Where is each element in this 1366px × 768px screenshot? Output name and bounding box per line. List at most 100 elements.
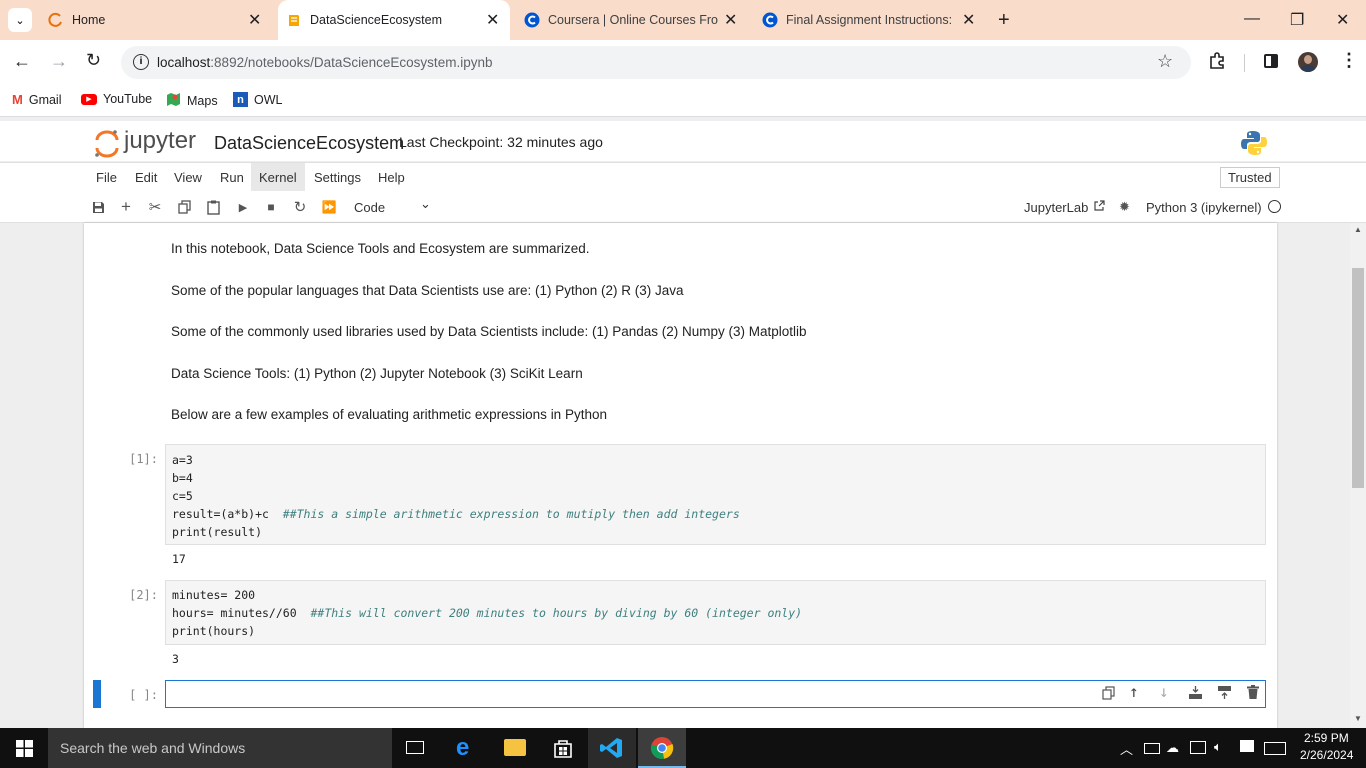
bookmark-maps[interactable]: Maps bbox=[166, 92, 218, 110]
star-icon[interactable]: ☆ bbox=[1157, 51, 1173, 72]
site-info-icon[interactable]: i bbox=[133, 54, 149, 70]
move-up-icon[interactable]: ↑ bbox=[1129, 682, 1139, 701]
jupyter-menubar: File Edit View Run Kernel Settings Help … bbox=[0, 162, 1366, 192]
trusted-badge[interactable]: Trusted bbox=[1220, 167, 1280, 188]
code-line: c=5 bbox=[172, 489, 193, 503]
keyboard-icon[interactable] bbox=[1264, 742, 1286, 755]
kernel-name[interactable]: Python 3 (ipykernel) bbox=[1146, 200, 1262, 215]
menu-kernel[interactable]: Kernel bbox=[251, 163, 305, 191]
maps-icon bbox=[166, 92, 181, 110]
markdown-text: Some of the commonly used libraries used… bbox=[171, 324, 807, 339]
restart-icon[interactable]: ↻ bbox=[292, 199, 308, 216]
insert-above-icon[interactable] bbox=[1188, 685, 1203, 703]
code-cell-2[interactable]: minutes= 200 hours= minutes//60 ##This w… bbox=[165, 580, 1266, 645]
tab-title: DataScienceEcosystem bbox=[310, 13, 443, 27]
duplicate-cell-icon[interactable] bbox=[1102, 686, 1115, 703]
menu-help[interactable]: Help bbox=[370, 163, 413, 191]
notebook-panel: In this notebook, Data Science Tools and… bbox=[84, 223, 1277, 728]
task-view-icon[interactable] bbox=[406, 741, 424, 754]
menu-file[interactable]: File bbox=[88, 163, 125, 191]
notebook-name[interactable]: DataScienceEcosystem bbox=[214, 133, 404, 154]
youtube-icon: ▶ bbox=[81, 93, 97, 105]
menu-run[interactable]: Run bbox=[212, 163, 252, 191]
run-icon[interactable]: ▶ bbox=[235, 199, 251, 215]
taskbar-search-box[interactable]: Search the web and Windows bbox=[48, 728, 392, 768]
markdown-text: In this notebook, Data Science Tools and… bbox=[171, 241, 590, 256]
notification-icon[interactable] bbox=[1240, 740, 1254, 752]
cell-prompt: [2]: bbox=[129, 588, 158, 602]
volume-icon[interactable]: 🔈︎ bbox=[1214, 739, 1222, 755]
tab-home[interactable]: Home ✕ bbox=[40, 0, 272, 40]
code-line: minutes= 200 bbox=[172, 588, 256, 602]
copy-icon[interactable] bbox=[176, 199, 192, 215]
cell-output: 3 bbox=[172, 652, 179, 666]
delete-cell-icon[interactable] bbox=[1247, 685, 1259, 702]
restore-icon[interactable]: ❐ bbox=[1290, 10, 1304, 30]
browser-tab-strip: ⌄ Home ✕ DataScienceEcosystem ✕ Coursera… bbox=[0, 0, 1366, 40]
bookmark-owl[interactable]: n OWL bbox=[233, 92, 282, 107]
forward-arrow-icon[interactable]: → bbox=[50, 51, 68, 72]
extensions-icon[interactable] bbox=[1208, 52, 1224, 69]
minimize-icon[interactable]: — bbox=[1244, 10, 1260, 28]
edge-icon[interactable]: e bbox=[456, 734, 469, 762]
reload-icon[interactable]: ↻ bbox=[86, 50, 101, 71]
chevron-down-icon: ⌄ bbox=[420, 196, 431, 211]
close-icon[interactable]: ✕ bbox=[724, 10, 737, 30]
fast-forward-icon[interactable]: ⏩ bbox=[321, 199, 337, 215]
bookmark-label: OWL bbox=[254, 92, 283, 107]
move-down-icon[interactable]: ↓ bbox=[1159, 682, 1169, 701]
scroll-down-arrow-icon[interactable]: ▼ bbox=[1354, 714, 1362, 723]
network-icon[interactable] bbox=[1190, 741, 1206, 754]
code-cell-1[interactable]: a=3 b=4 c=5 result=(a*b)+c ##This a simp… bbox=[165, 444, 1266, 545]
scroll-thumb[interactable] bbox=[1352, 268, 1364, 488]
insert-below-icon[interactable] bbox=[1217, 685, 1232, 703]
tab-datascienceecosystem[interactable]: DataScienceEcosystem ✕ bbox=[278, 0, 510, 40]
profile-avatar[interactable] bbox=[1298, 52, 1318, 72]
menu-view[interactable]: View bbox=[166, 163, 210, 191]
bookmark-youtube[interactable]: ▶ YouTube bbox=[81, 92, 152, 106]
back-arrow-icon[interactable]: ← bbox=[13, 51, 31, 72]
clock-time[interactable]: 2:59 PM bbox=[1304, 731, 1349, 745]
store-icon[interactable] bbox=[553, 738, 573, 763]
onedrive-icon[interactable]: ☁ bbox=[1166, 740, 1179, 756]
side-panel-icon[interactable] bbox=[1264, 54, 1278, 68]
close-window-icon[interactable]: ✕ bbox=[1336, 10, 1349, 30]
battery-icon[interactable] bbox=[1144, 743, 1160, 754]
add-cell-icon[interactable]: + bbox=[118, 197, 134, 216]
code-comment: ##This will convert 200 minutes to hours… bbox=[310, 606, 803, 620]
scroll-up-arrow-icon[interactable]: ▲ bbox=[1354, 225, 1362, 234]
notebook-icon bbox=[286, 12, 302, 28]
tab-final-assignment[interactable]: Final Assignment Instructions: C ✕ bbox=[754, 0, 986, 40]
last-checkpoint: Last Checkpoint: 32 minutes ago bbox=[399, 134, 603, 150]
markdown-text: Some of the popular languages that Data … bbox=[171, 283, 684, 298]
chrome-app[interactable] bbox=[638, 728, 686, 768]
vscode-app[interactable] bbox=[588, 728, 636, 768]
tray-chevron-up-icon[interactable]: ︿ bbox=[1120, 739, 1133, 758]
tab-search-button[interactable]: ⌄ bbox=[8, 8, 32, 32]
debugger-bug-icon[interactable]: ✹ bbox=[1119, 199, 1130, 215]
cut-icon[interactable]: ✂ bbox=[147, 199, 163, 216]
notebook-scrollbar[interactable]: ▲ ▼ bbox=[1350, 223, 1366, 728]
menu-settings[interactable]: Settings bbox=[306, 163, 369, 191]
tab-coursera[interactable]: Coursera | Online Courses From ✕ bbox=[516, 0, 748, 40]
cell-type-select[interactable]: Code ⌄ bbox=[348, 195, 434, 217]
save-icon[interactable] bbox=[90, 199, 106, 215]
close-icon[interactable]: ✕ bbox=[962, 10, 975, 30]
kebab-menu-icon[interactable]: ⋮ bbox=[1340, 50, 1358, 71]
chevron-down-icon: ⌄ bbox=[15, 14, 25, 27]
bookmark-gmail[interactable]: M Gmail bbox=[12, 92, 62, 107]
jupyter-logo[interactable]: jupyter bbox=[94, 127, 204, 158]
new-tab-plus-icon[interactable]: + bbox=[998, 9, 1010, 32]
paste-icon[interactable] bbox=[205, 199, 221, 215]
clock-date[interactable]: 2/26/2024 bbox=[1300, 748, 1353, 762]
close-icon[interactable]: ✕ bbox=[486, 10, 499, 30]
code-cell-3-input[interactable]: ↑ ↓ bbox=[165, 680, 1266, 708]
code-line: result=(a*b)+c ##This a simple arithmeti… bbox=[172, 507, 740, 521]
file-explorer-icon[interactable] bbox=[504, 739, 526, 756]
stop-icon[interactable]: ■ bbox=[263, 199, 279, 215]
address-bar[interactable]: i localhost:8892/notebooks/DataScienceEc… bbox=[121, 46, 1191, 79]
windows-start-icon[interactable] bbox=[16, 740, 33, 762]
menu-edit[interactable]: Edit bbox=[127, 163, 165, 191]
jupyterlab-link[interactable]: JupyterLab bbox=[1024, 200, 1105, 215]
close-icon[interactable]: ✕ bbox=[248, 10, 261, 30]
